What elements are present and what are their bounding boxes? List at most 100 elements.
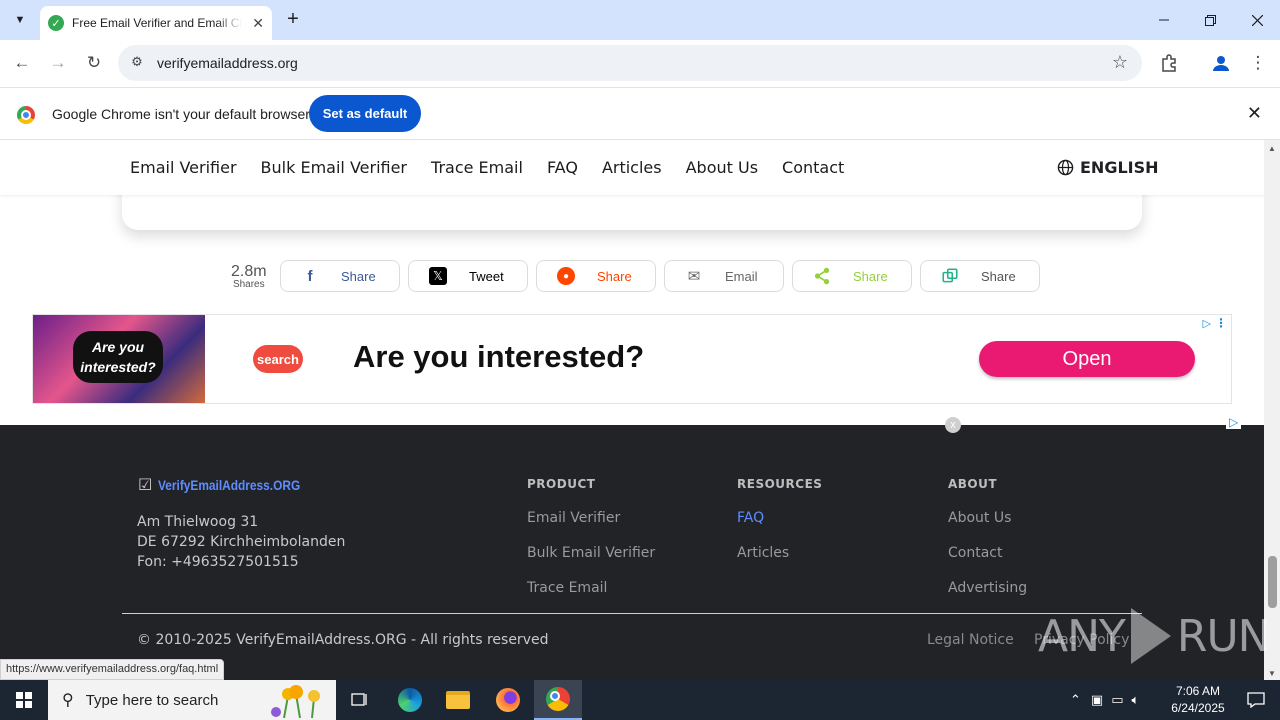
footer-link-faq[interactable]: FAQ <box>737 510 764 526</box>
adchoices-icon-2[interactable]: ▷ <box>1226 415 1242 429</box>
sharethis-share-label: Share <box>853 268 888 284</box>
footer-link-legal-notice[interactable]: Legal Notice <box>927 632 1014 648</box>
reload-button[interactable]: ↻ <box>82 51 106 75</box>
task-view-button[interactable] <box>336 680 384 720</box>
phone-line: Fon: +4963527501515 <box>137 554 299 570</box>
profile-button[interactable] <box>1209 51 1233 75</box>
status-bar-url: https://www.verifyemailaddress.org/faq.h… <box>0 659 225 680</box>
footer-link-articles[interactable]: Articles <box>737 545 789 561</box>
footer-link-bulk-email-verifier[interactable]: Bulk Email Verifier <box>527 545 655 561</box>
profile-icon <box>1213 56 1229 71</box>
taskbar-clock[interactable]: 7:06 AM 6/24/2025 <box>1160 683 1236 717</box>
infobar-close-icon[interactable]: ✕ <box>1247 103 1262 124</box>
nav-trace-email[interactable]: Trace Email <box>431 158 523 177</box>
footer-brand[interactable]: ☑ VerifyEmailAddress.ORG <box>138 475 326 495</box>
puzzle-icon <box>1162 54 1176 72</box>
chrome-taskbar-button[interactable] <box>534 680 582 720</box>
nav-contact[interactable]: Contact <box>782 158 844 177</box>
ad-close-icon[interactable]: x <box>945 417 961 433</box>
set-as-default-button[interactable]: Set as default <box>309 95 421 132</box>
facebook-share-label: Share <box>341 268 376 284</box>
folder-icon <box>446 691 470 709</box>
footer-link-trace-email[interactable]: Trace Email <box>527 580 607 596</box>
footer-link-advertising[interactable]: Advertising <box>948 580 1027 596</box>
restore-button[interactable] <box>1187 0 1233 40</box>
tab-search-button[interactable]: ▼ <box>8 8 32 32</box>
twitter-share-button[interactable]: 𝕏 Tweet <box>408 260 528 292</box>
forward-button[interactable]: → <box>46 51 70 75</box>
file-explorer-taskbar-button[interactable] <box>434 680 482 720</box>
adchoices-icon[interactable]: ▷ <box>1203 317 1211 330</box>
chrome-icon <box>546 687 570 711</box>
footer-link-contact[interactable]: Contact <box>948 545 1002 561</box>
nav-faq[interactable]: FAQ <box>547 158 578 177</box>
windows-taskbar: ⚲ Type here to search ⌃ ▣ ▭ 🔈︎ 7:06 AM 6… <box>0 680 1280 720</box>
tab-close-icon[interactable]: ✕ <box>252 15 264 32</box>
scrollbar-thumb[interactable] <box>1268 556 1277 608</box>
ad-open-button[interactable]: Open <box>979 341 1195 377</box>
chrome-logo-icon <box>17 106 35 124</box>
copy-share-button[interactable]: Share <box>920 260 1040 292</box>
back-button[interactable]: ← <box>10 51 34 75</box>
footer-link-email-verifier[interactable]: Email Verifier <box>527 510 620 526</box>
facebook-icon: f <box>307 267 313 285</box>
address-bar[interactable]: ⚙ verifyemailaddress.org ☆ <box>118 45 1142 81</box>
reddit-share-button[interactable]: ● Share <box>536 260 656 292</box>
reddit-share-label: Share <box>597 268 632 284</box>
url-text[interactable]: verifyemailaddress.org <box>157 55 298 71</box>
chrome-menu-button[interactable]: ⋮ <box>1246 51 1270 75</box>
nav-email-verifier[interactable]: Email Verifier <box>130 158 237 177</box>
footer-heading-about: ABOUT <box>948 477 998 491</box>
scroll-down-icon[interactable]: ▼ <box>1268 669 1276 678</box>
reload-icon: ↻ <box>86 53 102 72</box>
search-icon: ⚲ <box>62 692 74 709</box>
task-view-icon <box>351 693 367 706</box>
volume-icon[interactable]: 🔈︎ <box>1132 692 1140 708</box>
new-tab-button[interactable]: + <box>282 9 304 31</box>
extensions-button[interactable] <box>1157 51 1181 75</box>
start-button[interactable] <box>0 680 48 720</box>
windows-logo-icon <box>16 692 32 708</box>
ad-banner[interactable]: Are you interested? search Are you inter… <box>32 314 1232 404</box>
edge-taskbar-button[interactable] <box>386 680 434 720</box>
browser-tab[interactable]: ✓ Free Email Verifier and Email Ch ✕ <box>40 6 272 40</box>
sharethis-icon <box>814 267 830 285</box>
ad-thumbnail-bubble: Are you interested? <box>73 331 163 383</box>
bookmark-star-icon[interactable]: ☆ <box>1112 52 1128 73</box>
language-selector[interactable]: ENGLISH <box>1057 158 1159 177</box>
facebook-share-button[interactable]: f Share <box>280 260 400 292</box>
scroll-up-icon[interactable]: ▲ <box>1268 144 1276 153</box>
close-window-button[interactable] <box>1234 0 1280 40</box>
ad-more-icon[interactable]: ⋮ <box>1215 316 1227 330</box>
arrow-left-icon: ← <box>13 53 31 72</box>
notifications-button[interactable] <box>1232 680 1280 720</box>
page-scrollbar[interactable]: ▲ ▼ <box>1264 140 1280 680</box>
tab-title: Free Email Verifier and Email Ch <box>72 16 242 30</box>
footer-link-about-us[interactable]: About Us <box>948 510 1011 526</box>
email-share-button[interactable]: ✉ Email <box>664 260 784 292</box>
site-info-icon[interactable]: ⚙ <box>128 54 146 72</box>
nav-articles[interactable]: Articles <box>602 158 662 177</box>
sharethis-share-button[interactable]: Share <box>792 260 912 292</box>
minimize-button[interactable] <box>1141 0 1187 40</box>
watermark-right-text: RUN <box>1176 610 1271 662</box>
tray-device-icon[interactable]: ▣ <box>1091 692 1103 708</box>
globe-icon <box>1057 159 1074 176</box>
tray-chevron-up-icon[interactable]: ⌃ <box>1070 692 1081 708</box>
anyrun-watermark: ANY RUN <box>1038 608 1271 664</box>
chevron-down-icon: ▼ <box>14 14 26 26</box>
email-icon: ✉ <box>687 268 701 285</box>
taskbar-search-box[interactable]: ⚲ Type here to search <box>48 680 336 720</box>
twitter-share-label: Tweet <box>469 268 504 284</box>
ad-headline: Are you interested? <box>353 339 645 374</box>
nav-bulk-email-verifier[interactable]: Bulk Email Verifier <box>261 158 407 177</box>
share-count-number: 2.8m <box>231 263 267 280</box>
infobar-message: Google Chrome isn't your default browser <box>52 106 310 122</box>
firefox-taskbar-button[interactable] <box>484 680 532 720</box>
ad-thumb-line2: interested? <box>80 359 156 375</box>
tab-strip: ▼ ✓ Free Email Verifier and Email Ch ✕ + <box>0 0 1280 40</box>
default-browser-infobar: Google Chrome isn't your default browser… <box>0 87 1280 140</box>
network-icon[interactable]: ▭ <box>1111 692 1123 708</box>
copy-icon <box>942 268 958 283</box>
nav-about-us[interactable]: About Us <box>686 158 758 177</box>
